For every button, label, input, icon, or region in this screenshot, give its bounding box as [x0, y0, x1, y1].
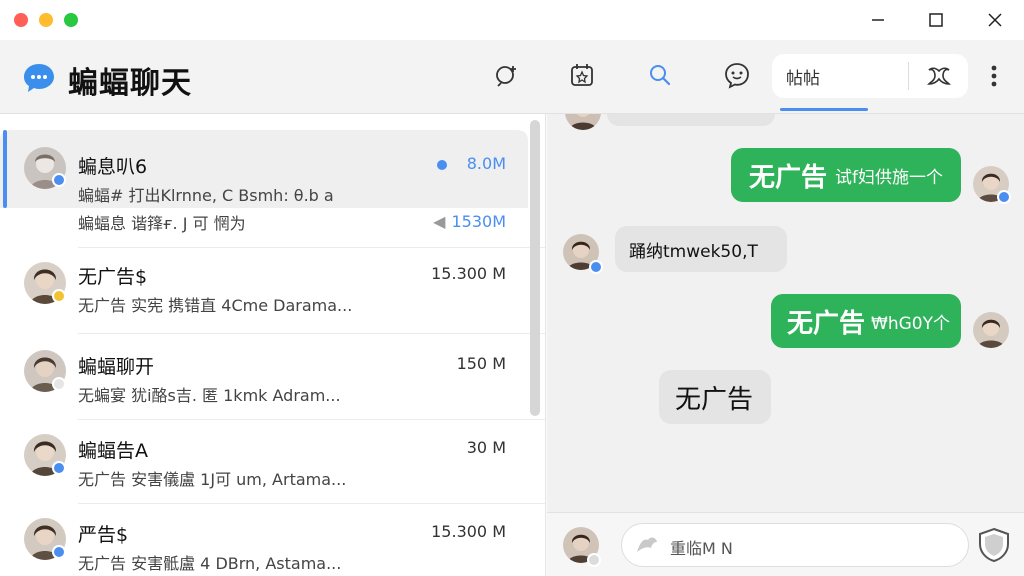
app-title: 蝙蝠聊天	[68, 66, 192, 101]
conversation-preview: 蝙蝠息 谐箨ғ. J 可 惘为	[78, 214, 246, 233]
conversation-name: 无广告$	[78, 266, 148, 288]
bat-mode-button[interactable]	[924, 62, 954, 90]
conversation-name: 蝙蝠告A	[78, 440, 148, 462]
message-lead: 无广告	[787, 308, 866, 339]
minimize-traffic-light[interactable]	[39, 13, 53, 27]
message-lead: 无广告	[749, 162, 828, 193]
app-header: 蝙蝠聊天 帖帖	[0, 40, 1024, 114]
conversation-name: 蝙息叭6	[78, 156, 148, 178]
message-bubble-incoming: 无广告	[659, 370, 771, 424]
sticker-icon[interactable]	[634, 534, 660, 558]
app-logo-icon	[24, 64, 54, 92]
conversation-preview: 无蝙宴 犹i酪s吉. 匿 1kmk Adram...	[78, 386, 341, 405]
message-bubble-outgoing: 无广告 试f妇供施一个	[731, 148, 961, 202]
chat-panel: 无广告 试f妇供施一个 踊纳tmwek50,T 无广告 ₩hG0Y个 无广告 重…	[547, 114, 1024, 576]
conversation-size: 150 M	[456, 354, 506, 373]
close-icon	[988, 13, 1002, 27]
segment-divider	[908, 62, 909, 90]
status-badge	[589, 260, 603, 274]
minimize-button[interactable]	[860, 6, 896, 34]
conversation-meta: 8.0M	[436, 154, 506, 173]
add-contact-icon	[496, 66, 516, 87]
scrollbar[interactable]	[530, 120, 540, 416]
conversation-preview: 无广告 安害骶盧 4 DBrn, Astama...	[78, 554, 342, 573]
conversation-row[interactable]: 蝙蝠告A 无广告 安害儀盧 1J可 um, Artama... 30 M	[0, 420, 528, 504]
conversation-size: 8.0M	[466, 154, 506, 173]
status-badge	[52, 377, 66, 391]
conversation-row[interactable]: 无广告$ 无广告 实宪 携错直 4Cme Darama... 15.300 M	[0, 248, 528, 334]
status-badge	[52, 173, 66, 187]
message-composer: 重临M N	[547, 512, 1024, 576]
conversation-row[interactable]: 蝙蝠息 谐箨ғ. J 可 惘为 ◀ 1530M	[0, 192, 528, 248]
conversation-name: 严告$	[78, 524, 129, 546]
message-input[interactable]: 重临M N	[621, 523, 969, 567]
message-bubble-incoming: 踊纳tmwek50,T	[615, 226, 787, 272]
bat-icon	[927, 67, 951, 85]
message-bubble-outgoing: 无广告 ₩hG0Y个	[771, 294, 961, 348]
title-bar	[0, 0, 1024, 40]
status-badge	[52, 289, 66, 303]
conversation-row[interactable]: 蝙蝠聊开 无蝙宴 犹i酪s吉. 匿 1kmk Adram... 150 M	[0, 334, 528, 420]
segment-control: 帖帖	[772, 54, 968, 98]
calendar-icon	[571, 64, 593, 86]
conversation-list: 蝙息叭6 蝙蝠# 打出Klrnnе, C Bsmh: θ.b a 8.0M 蝙蝠…	[0, 114, 546, 576]
chat-emoji-button[interactable]	[722, 60, 752, 90]
status-badge	[997, 190, 1011, 204]
message-text: 试f妇供施一个	[835, 167, 944, 188]
sent-arrow-icon: ◀	[433, 212, 446, 231]
status-badge	[52, 545, 66, 559]
calendar-button[interactable]	[567, 60, 597, 90]
conversation-meta: ◀ 1530M	[433, 212, 506, 231]
active-tab-indicator	[780, 108, 868, 111]
tab-posts[interactable]: 帖帖	[786, 64, 866, 89]
conversation-row[interactable]: 严告$ 无广告 安害骶盧 4 DBrn, Astama... 15.300 M	[0, 504, 528, 576]
conversation-size: 15.300 M	[431, 522, 506, 541]
app-window: 蝙蝠聊天 帖帖 蝙息叭6 蝙蝠# 打出Klrnnе, C Bsmh: θ.b a…	[0, 0, 1024, 576]
avatar	[565, 114, 601, 130]
status-badge	[52, 461, 66, 475]
avatar	[973, 312, 1009, 348]
shield-icon[interactable]	[977, 527, 1011, 563]
status-badge	[587, 553, 601, 567]
add-contact-button[interactable]	[492, 60, 522, 90]
zoom-traffic-light[interactable]	[64, 13, 78, 27]
close-traffic-light[interactable]	[14, 13, 28, 27]
conversation-size: 15.300 M	[431, 264, 506, 283]
unread-dot	[436, 159, 447, 170]
conversation-preview: 无广告 实宪 携错直 4Cme Darama...	[78, 296, 353, 315]
maximize-button[interactable]	[918, 6, 954, 34]
message-text: ₩hG0Y个	[871, 313, 950, 334]
message-input-placeholder: 重临M N	[670, 539, 733, 558]
maximize-icon	[929, 13, 943, 27]
search-icon	[650, 65, 671, 86]
conversation-preview: 无广告 安害儀盧 1J可 um, Artama...	[78, 470, 347, 489]
message-bubble-partial	[607, 114, 775, 126]
search-button[interactable]	[645, 60, 675, 90]
close-button[interactable]	[977, 6, 1013, 34]
conversation-size: 1530M	[451, 212, 506, 231]
more-menu-button[interactable]	[980, 62, 1008, 90]
chat-emoji-icon	[725, 63, 749, 89]
more-vertical-icon	[991, 65, 997, 87]
conversation-size: 30 M	[466, 438, 506, 457]
minimize-icon	[872, 19, 884, 21]
conversation-name: 蝙蝠聊开	[78, 356, 155, 378]
